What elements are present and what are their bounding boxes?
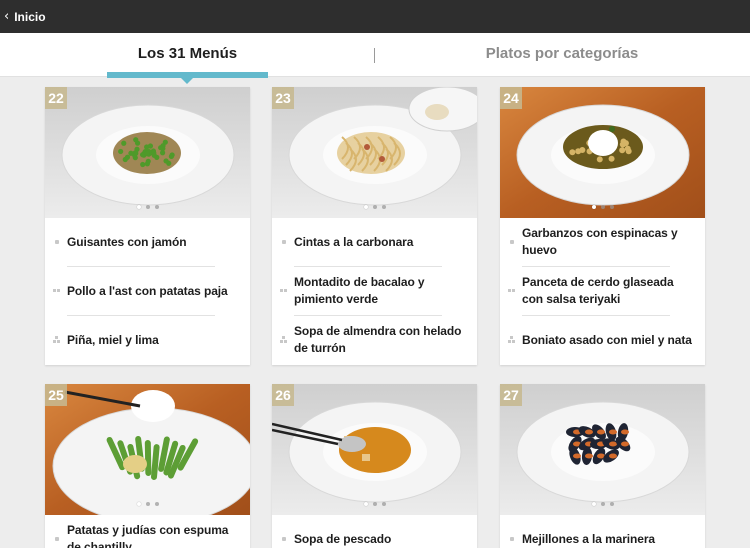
page-dot [373, 502, 377, 506]
double-dot-icon [280, 287, 288, 295]
triple-dot-icon [280, 336, 288, 344]
carousel-dots [45, 502, 250, 506]
dish-name: Guisantes con jamón [67, 234, 186, 251]
page-dot [382, 205, 386, 209]
menu-card[interactable]: 23 Cintas a la carbonara Montadito de baca… [272, 87, 477, 365]
dish-list: Mejillones a la marinera [500, 515, 705, 548]
dish-item[interactable]: Guisantes con jamón [51, 218, 250, 266]
top-navigation-bar: ‹ Inicio [0, 0, 750, 33]
dish-photo [45, 87, 250, 218]
dish-name: Sopa de pescado [294, 531, 391, 548]
single-dot-icon [280, 238, 288, 246]
page-dot [601, 205, 605, 209]
single-dot-icon [508, 535, 516, 543]
dish-name: Piña, miel y lima [67, 332, 159, 349]
page-dot [137, 502, 141, 506]
menu-number: 25 [45, 384, 67, 406]
dish-name: Pollo a l'ast con patatas paja [67, 283, 228, 300]
dish-name: Patatas y judías con espuma de chantilly [67, 522, 240, 548]
menu-photo[interactable]: 25 [45, 384, 250, 515]
dish-list: Patatas y judías con espuma de chantilly [45, 515, 250, 548]
back-label: Inicio [14, 10, 45, 24]
active-tab-arrow [181, 78, 193, 84]
dish-name: Mejillones a la marinera [522, 531, 655, 548]
carousel-dots [500, 205, 705, 209]
single-dot-icon [280, 535, 288, 543]
page-dot [601, 502, 605, 506]
dish-name: Sopa de almendra con helado de turrón [294, 323, 467, 357]
dish-item[interactable]: Cintas a la carbonara [278, 218, 477, 266]
carousel-dots [272, 205, 477, 209]
chevron-left-icon: ‹ [4, 10, 9, 23]
menu-card[interactable]: 22 Guisantes con jamón Pollo a l'ast con p… [45, 87, 250, 365]
dish-item[interactable]: Panceta de cerdo glaseada con salsa teri… [506, 267, 705, 315]
dish-name: Boniato asado con miel y nata [522, 332, 692, 349]
tab-separator [374, 48, 375, 63]
page-dot [364, 502, 368, 506]
dish-item[interactable]: Patatas y judías con espuma de chantilly [51, 515, 250, 548]
page-dot [592, 502, 596, 506]
dish-photo [272, 87, 477, 218]
dish-item[interactable]: Piña, miel y lima [51, 316, 250, 364]
page-dot [146, 502, 150, 506]
triple-dot-icon [508, 336, 516, 344]
page-dot [373, 205, 377, 209]
dish-item[interactable]: Mejillones a la marinera [506, 515, 705, 548]
carousel-dots [272, 502, 477, 506]
carousel-dots [45, 205, 250, 209]
menu-photo[interactable]: 22 [45, 87, 250, 218]
menu-number: 23 [272, 87, 294, 109]
menu-number: 24 [500, 87, 522, 109]
dish-name: Montadito de bacalao y pimiento verde [294, 274, 467, 308]
dish-item[interactable]: Pollo a l'ast con patatas paja [51, 267, 250, 315]
dish-list: Cintas a la carbonara Montadito de bacala… [272, 218, 477, 364]
double-dot-icon [53, 287, 61, 295]
single-dot-icon [508, 238, 516, 246]
menu-card[interactable]: 24 Garbanzos con espinacas y huevo Panceta… [500, 87, 705, 365]
page-dot [610, 502, 614, 506]
back-button[interactable]: ‹ Inicio [4, 8, 46, 25]
menu-photo[interactable]: 26 [272, 384, 477, 515]
page-dot [382, 502, 386, 506]
tab-categories[interactable]: Platos por categorías [452, 45, 672, 62]
dish-list: Garbanzos con espinacas y huevo Panceta d… [500, 218, 705, 364]
single-dot-icon [53, 535, 61, 543]
page-dot [137, 205, 141, 209]
dish-photo [272, 384, 477, 515]
page-dot [592, 205, 596, 209]
dish-name: Cintas a la carbonara [294, 234, 413, 251]
menu-card[interactable]: 26 Sopa de pescado [272, 384, 477, 548]
dish-item[interactable]: Montadito de bacalao y pimiento verde [278, 267, 477, 315]
tab-menus[interactable]: Los 31 Menús [107, 45, 268, 62]
page-dot [610, 205, 614, 209]
menu-photo[interactable]: 27 [500, 384, 705, 515]
menu-card[interactable]: 25 Patatas y judías con espuma de chantil… [45, 384, 250, 548]
dish-name: Garbanzos con espinacas y huevo [522, 225, 695, 259]
menu-number: 26 [272, 384, 294, 406]
double-dot-icon [508, 287, 516, 295]
dish-list: Sopa de pescado [272, 515, 477, 548]
single-dot-icon [53, 238, 61, 246]
dish-item[interactable]: Sopa de almendra con helado de turrón [278, 316, 477, 364]
menu-number: 22 [45, 87, 67, 109]
page-dot [155, 205, 159, 209]
tab-bar: Los 31 Menús Platos por categorías [0, 33, 750, 77]
triple-dot-icon [53, 336, 61, 344]
menu-card[interactable]: 27 Mejillones a la marinera [500, 384, 705, 548]
dish-photo [45, 384, 250, 515]
menu-photo[interactable]: 23 [272, 87, 477, 218]
carousel-dots [500, 502, 705, 506]
dish-item[interactable]: Sopa de pescado [278, 515, 477, 548]
dish-item[interactable]: Garbanzos con espinacas y huevo [506, 218, 705, 266]
menu-number: 27 [500, 384, 522, 406]
dish-list: Guisantes con jamón Pollo a l'ast con pat… [45, 218, 250, 364]
dish-name: Panceta de cerdo glaseada con salsa teri… [522, 274, 695, 308]
page-dot [155, 502, 159, 506]
page-dot [364, 205, 368, 209]
page-dot [146, 205, 150, 209]
dish-photo [500, 87, 705, 218]
menu-photo[interactable]: 24 [500, 87, 705, 218]
dish-photo [500, 384, 705, 515]
dish-item[interactable]: Boniato asado con miel y nata [506, 316, 705, 364]
